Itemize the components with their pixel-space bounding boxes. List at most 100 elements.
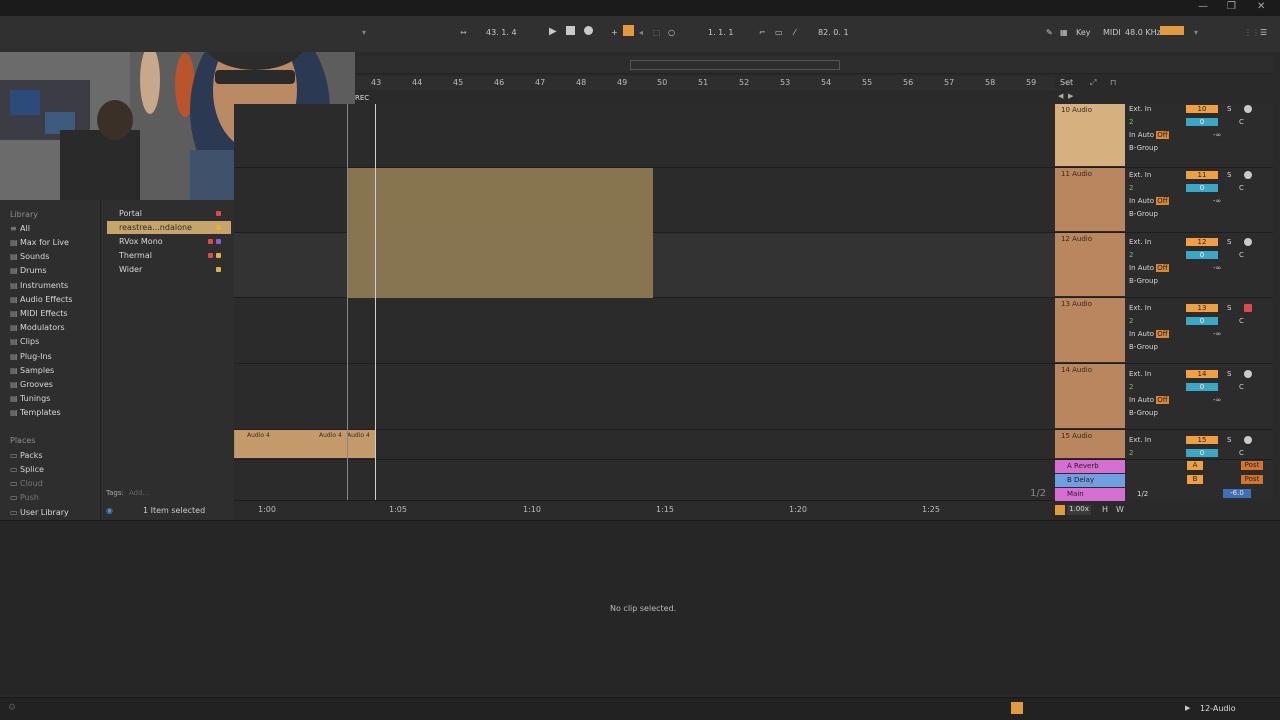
selection-region[interactable] xyxy=(347,168,653,298)
solo-button[interactable]: S xyxy=(1227,171,1231,179)
arm-button[interactable] xyxy=(1244,171,1252,179)
track-name[interactable]: 11 Audio xyxy=(1055,168,1125,231)
midi-map-button[interactable]: MIDI xyxy=(1103,28,1121,37)
library-item-tunings[interactable]: ▤ Tunings xyxy=(10,394,50,403)
close-button[interactable]: ✕ xyxy=(1257,1,1265,12)
track-header[interactable]: 11 Audio Ext. In 2 In Auto Off B-Group 1… xyxy=(1055,168,1273,233)
tags-add-input[interactable]: Add... xyxy=(129,489,149,497)
library-item-sounds[interactable]: ▤ Sounds xyxy=(10,252,49,261)
place-packs[interactable]: ▭ Packs xyxy=(10,451,43,460)
re-enable-icon[interactable]: ◂ xyxy=(639,28,643,37)
input-type[interactable]: Ext. In xyxy=(1129,105,1151,113)
solo-button[interactable]: S xyxy=(1227,304,1231,312)
volume-field[interactable]: 0 xyxy=(1186,184,1218,192)
track-header[interactable]: 12 Audio Ext. In 2 In Auto Off B-Group 1… xyxy=(1055,233,1273,298)
solo-button[interactable]: S xyxy=(1227,436,1231,444)
track-number[interactable]: 12 xyxy=(1186,238,1218,246)
pan-field[interactable]: C xyxy=(1239,449,1244,457)
volume-field[interactable]: 0 xyxy=(1186,118,1218,126)
monitor-row[interactable]: In Auto Off xyxy=(1129,264,1169,272)
library-item-all[interactable]: ≡ All xyxy=(10,224,30,233)
arrow-right-icon[interactable]: ▶ xyxy=(1185,704,1190,712)
track-number[interactable]: 14 xyxy=(1186,370,1218,378)
audio-clip[interactable]: Audio 4 Audio 4 Audio 4 xyxy=(234,430,375,458)
play-icon[interactable]: ▶ xyxy=(549,26,557,37)
input-channel[interactable]: 2 xyxy=(1129,118,1133,126)
arm-button[interactable] xyxy=(1244,105,1252,113)
loop-start[interactable]: 1. 1. 1 xyxy=(708,28,733,37)
browser-item[interactable]: Portal xyxy=(107,207,231,220)
track-name[interactable]: 10 Audio xyxy=(1055,104,1125,166)
capture-icon[interactable]: ⬚ xyxy=(653,28,661,37)
time-ruler[interactable]: 1:00 1:05 1:10 1:15 1:20 1:25 xyxy=(234,500,1055,518)
arm-button[interactable] xyxy=(1244,238,1252,246)
solo-button[interactable]: S xyxy=(1227,105,1231,113)
input-type[interactable]: Ext. In xyxy=(1129,171,1151,179)
arrow-left-icon[interactable]: ◀ xyxy=(1058,92,1063,100)
track-header[interactable]: 15 Audio Ext. In 2 15 0 S C xyxy=(1055,430,1273,460)
track-name[interactable]: 14 Audio xyxy=(1055,364,1125,428)
overdub-icon[interactable]: + xyxy=(611,28,618,37)
fold-icon[interactable] xyxy=(1055,505,1065,515)
overview-strip[interactable] xyxy=(355,56,1273,74)
library-item-samples[interactable]: ▤ Samples xyxy=(10,366,54,375)
track-number[interactable]: 13 xyxy=(1186,304,1218,312)
pan-field[interactable]: C xyxy=(1239,317,1244,325)
stop-icon[interactable] xyxy=(566,26,575,37)
send-a-button[interactable]: A xyxy=(1187,461,1203,470)
volume-field[interactable]: 0 xyxy=(1186,317,1218,325)
library-item-drums[interactable]: ▤ Drums xyxy=(10,266,46,275)
library-item-modulators[interactable]: ▤ Modulators xyxy=(10,323,65,332)
output-group[interactable]: B-Group xyxy=(1129,409,1158,417)
return-track-b[interactable]: B Delay xyxy=(1055,474,1125,487)
output-group[interactable]: B-Group xyxy=(1129,343,1158,351)
place-user-library[interactable]: ▭ User Library xyxy=(10,508,69,517)
track-number[interactable]: 15 xyxy=(1186,436,1218,444)
track-header[interactable]: 10 Audio Ext. In 2 In Auto Off B-Group 1… xyxy=(1055,104,1273,168)
keyboard-icon[interactable]: ▦ xyxy=(1060,28,1068,37)
input-channel[interactable]: 2 xyxy=(1129,184,1133,192)
browser-item[interactable]: Wider xyxy=(107,263,231,276)
volume-field[interactable]: 0 xyxy=(1186,449,1218,457)
post-toggle[interactable]: Post xyxy=(1241,461,1263,470)
loop-length[interactable]: 82. 0. 1 xyxy=(818,28,849,37)
song-position[interactable]: 43. 1. 4 xyxy=(486,28,517,37)
library-item-instruments[interactable]: ▤ Instruments xyxy=(10,281,68,290)
track-lane[interactable] xyxy=(234,364,1055,430)
chevron-down-icon[interactable]: ▾ xyxy=(1194,28,1198,37)
arrangement-view[interactable]: Audio 4 Audio 4 Audio 4 xyxy=(234,104,1055,500)
library-item-midi-effects[interactable]: ▤ MIDI Effects xyxy=(10,309,68,318)
input-channel[interactable]: 2 xyxy=(1129,383,1133,391)
solo-button[interactable]: S xyxy=(1227,370,1231,378)
library-item-plug-ins[interactable]: ▤ Plug-Ins xyxy=(10,352,52,361)
track-header[interactable]: 14 Audio Ext. In 2 In Auto Off B-Group 1… xyxy=(1055,364,1273,430)
track-name[interactable]: 13 Audio xyxy=(1055,298,1125,362)
track-number[interactable]: 11 xyxy=(1186,171,1218,179)
zoom-field[interactable]: 1.00x xyxy=(1067,505,1091,515)
input-type[interactable]: Ext. In xyxy=(1129,436,1151,444)
track-lane[interactable] xyxy=(234,104,1055,168)
follow-icon[interactable]: ↔ xyxy=(460,28,467,37)
browser-item-selected[interactable]: reastrea...ndalone xyxy=(107,221,231,234)
input-type[interactable]: Ext. In xyxy=(1129,304,1151,312)
menu-icon[interactable]: ☰ xyxy=(1260,28,1267,37)
pan-field[interactable]: C xyxy=(1239,383,1244,391)
input-channel[interactable]: 2 xyxy=(1129,449,1133,457)
record-icon[interactable] xyxy=(584,26,593,37)
monitor-row[interactable]: In Auto Off xyxy=(1129,330,1169,338)
arm-button[interactable] xyxy=(1244,304,1252,312)
output-group[interactable]: B-Group xyxy=(1129,144,1158,152)
overview-window[interactable] xyxy=(630,60,840,70)
warning-icon[interactable] xyxy=(1011,702,1023,714)
punch-out-icon[interactable]: ⁄ xyxy=(794,28,795,37)
minimize-button[interactable]: — xyxy=(1198,1,1208,12)
library-item-max-for-live[interactable]: ▤ Max for Live xyxy=(10,238,69,247)
settings-icon[interactable]: ⚙ xyxy=(8,703,16,713)
place-push[interactable]: ▭ Push xyxy=(10,493,39,502)
bar-ruler[interactable]: 43 44 45 46 47 48 49 50 51 52 53 54 55 5… xyxy=(355,76,1055,90)
volume-field[interactable]: 0 xyxy=(1186,383,1218,391)
output-group[interactable]: B-Group xyxy=(1129,277,1158,285)
place-cloud[interactable]: ▭ Cloud xyxy=(10,479,43,488)
arm-button[interactable] xyxy=(1244,370,1252,378)
main-volume[interactable]: -6.0 xyxy=(1223,489,1251,498)
